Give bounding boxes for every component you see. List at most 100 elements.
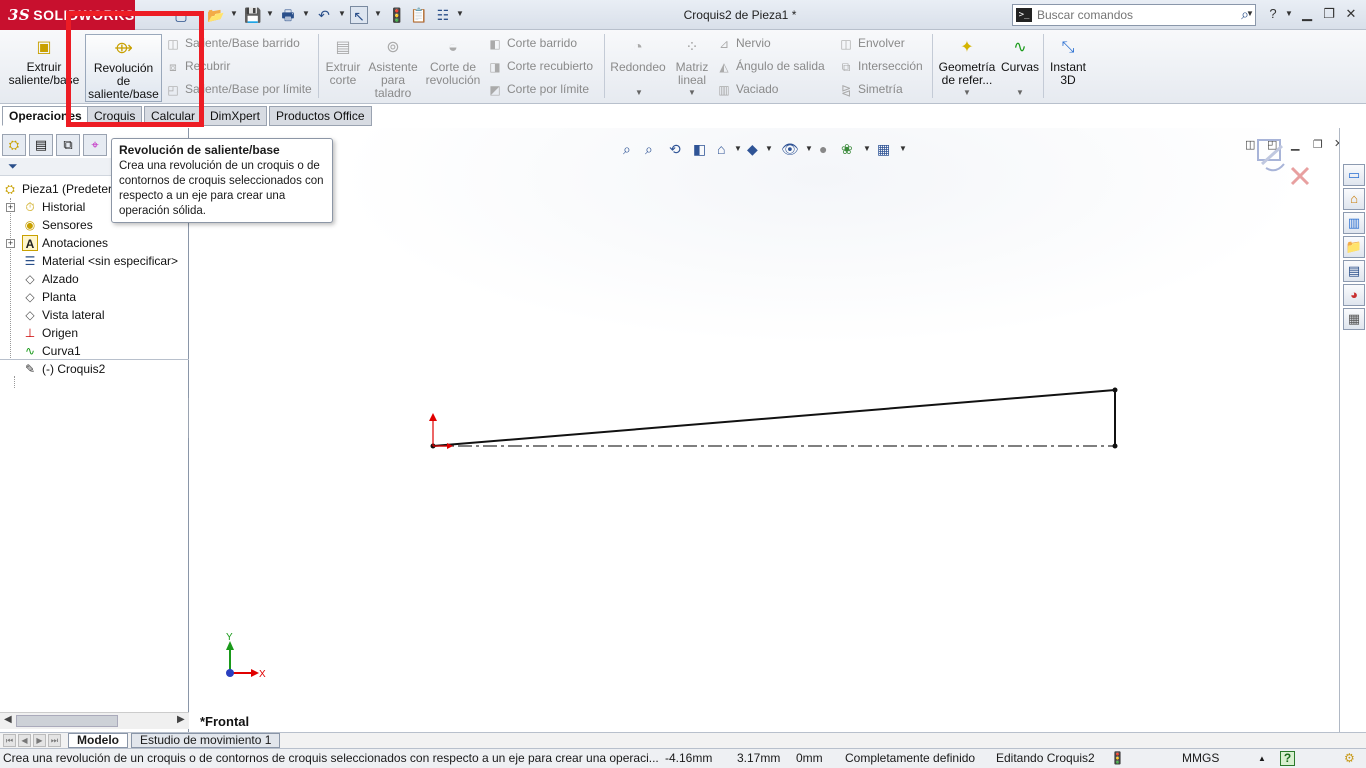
intersect-button[interactable]: ⧉ Intersección [838,57,923,75]
curves-dropdown-icon[interactable]: ▼ [1016,88,1024,97]
help-dropdown-icon[interactable]: ▼ [1285,9,1293,18]
hide-show-dropdown-icon[interactable]: ▼ [805,144,813,153]
scroll-left-icon[interactable]: ◀ [4,714,12,725]
tree-item-planta[interactable]: ◇ Planta [0,288,189,306]
tree-item-curva1[interactable]: ∿ Curva1 [0,342,189,360]
appearances-icon[interactable]: ◕ [1343,284,1365,306]
rebuild-status-icon[interactable]: 🚦 [1110,749,1125,768]
zoom-to-fit-icon[interactable]: ⌕ [623,140,631,158]
select-dropdown-icon[interactable]: ▼ [374,9,382,18]
select-arrow-icon[interactable]: ↖ [350,6,368,24]
shell-button[interactable]: ▥ Vaciado [716,80,778,98]
save-dropdown-icon[interactable]: ▼ [266,9,274,18]
sketch-point[interactable] [1112,387,1118,393]
rebuild-traffic-light-icon[interactable]: 🚦 [388,6,406,24]
expand-icon[interactable]: + [6,239,15,248]
undo-dropdown-icon[interactable]: ▼ [338,9,346,18]
pattern-dropdown-icon[interactable]: ▼ [688,88,696,97]
view-orientation-dropdown-icon[interactable]: ▼ [734,144,742,153]
boundary-cut-button[interactable]: ◩ Corte por límite [487,80,589,98]
property-manager-icon[interactable]: ▤ [29,134,53,156]
notifications-icon[interactable]: ⚙ [1344,749,1355,768]
cancel-sketch-icon[interactable] [1290,166,1310,186]
revolve-boss-button[interactable]: ⟴ Revolución de saliente/base [85,34,162,102]
revolve-cut-button[interactable]: ◒ Corte de revolución [424,34,482,87]
tree-item-alzado[interactable]: ◇ Alzado [0,270,189,288]
close-icon[interactable]: ✕ [1340,5,1362,23]
draft-button[interactable]: ◭ Ángulo de salida [716,57,824,75]
search-input[interactable] [1037,7,1227,23]
apply-scene-dropdown-icon[interactable]: ▼ [863,144,871,153]
extrude-cut-button[interactable]: ▤ Extruir corte [322,34,364,87]
design-library-icon[interactable]: ▥ [1343,212,1365,234]
print-icon[interactable]: 🖶 [279,6,297,24]
hole-wizard-button[interactable]: ⊚ Asistente para taladro [366,34,420,100]
tab-calcular[interactable]: Calcular [144,106,203,126]
last-tab-icon[interactable]: ⏭ [48,734,61,747]
tab-modelo[interactable]: Modelo [68,733,128,748]
view-orientation-icon[interactable]: ⌂ [717,140,725,158]
view-settings-dropdown-icon[interactable]: ▼ [899,144,907,153]
fillet-dropdown-icon[interactable]: ▼ [635,88,643,97]
scroll-right-icon[interactable]: ▶ [177,714,185,725]
help-icon[interactable]: ? [1262,5,1284,23]
boundary-boss-button[interactable]: ◰ Saliente/Base por límite [165,80,311,98]
tree-item-material[interactable]: ☰ Material <sin especificar> [0,252,189,270]
next-tab-icon[interactable]: ▶ [33,734,46,747]
rollback-bar[interactable] [0,359,189,360]
tab-croquis[interactable]: Croquis [87,106,143,126]
tab-operaciones[interactable]: Operaciones [2,106,89,126]
solidworks-logo[interactable]: 3S SOLIDWORKS [0,0,135,30]
restore-icon[interactable]: ❐ [1318,5,1340,23]
mirror-button[interactable]: ⧎ Simetría [838,80,903,98]
display-style-dropdown-icon[interactable]: ▼ [765,144,773,153]
rib-button[interactable]: ⊿ Nervio [716,34,771,52]
file-explorer-icon[interactable]: 📁 [1343,236,1365,258]
open-folder-icon[interactable]: 📂 [207,6,225,24]
unit-system-dropdown-icon[interactable]: ▲ [1258,749,1266,768]
options-dropdown-icon[interactable]: ▼ [456,9,464,18]
apply-scene-icon[interactable]: ❀ [841,140,853,158]
search-commands[interactable]: >_ ⌕ [1012,4,1256,26]
quick-tips-icon[interactable]: ? [1280,751,1295,766]
view-settings-icon[interactable]: ▦ [877,140,890,158]
graphics-area[interactable]: Y X ⌕ ⌕ ⟲ ◧ ⌂ ▼ ◆ ▼ 👁 ▼ ● ❀ ▼ ▦ ▼ ◫ ◰ ▁ … [189,128,1343,732]
open-dropdown-icon[interactable]: ▼ [230,9,238,18]
filter-icon[interactable]: ⏷ [8,159,18,174]
search-dropdown-icon[interactable]: ▼ [1246,9,1254,18]
minimize-icon[interactable]: ▁ [1296,5,1318,23]
save-icon[interactable]: 💾 [244,6,262,24]
tree-item-anotaciones[interactable]: + A Anotaciones [0,234,189,252]
lofted-cut-button[interactable]: ◨ Corte recubierto [487,57,593,75]
tab-productos-office[interactable]: Productos Office [269,106,372,126]
hide-show-items-icon[interactable]: 👁 [781,140,799,158]
scroll-thumb[interactable] [16,715,118,727]
expand-icon[interactable]: + [6,203,15,212]
instant3d-button[interactable]: ⤡ Instant 3D [1046,34,1090,87]
extrude-boss-button[interactable]: ▣ Extruir saliente/base [6,34,82,87]
previous-view-icon[interactable]: ⟲ [669,140,681,158]
exit-sketch-icon[interactable] [1257,139,1285,172]
tab-estudio-movimiento[interactable]: Estudio de movimiento 1 [131,733,281,748]
print-dropdown-icon[interactable]: ▼ [302,9,310,18]
viewport-restore-icon[interactable]: ❐ [1313,138,1323,151]
edit-appearance-icon[interactable]: ● [819,140,827,158]
swept-cut-button[interactable]: ◧ Corte barrido [487,34,577,52]
configuration-manager-icon[interactable]: ⧉ [56,134,80,156]
zoom-to-area-icon[interactable]: ⌕ [645,140,653,158]
feature-tree-icon[interactable]: ⛭ [2,134,26,156]
tree-item-croquis2[interactable]: ✎ (-) Croquis2 [0,360,189,378]
tab-dimxpert[interactable]: DimXpert [203,106,268,126]
solidworks-resources-icon[interactable]: ▭ [1343,164,1365,186]
wrap-button[interactable]: ◫ Envolver [838,34,904,52]
display-style-icon[interactable]: ◆ [747,140,758,158]
tree-item-origen[interactable]: ⊥ Origen [0,324,189,342]
ref-geometry-dropdown-icon[interactable]: ▼ [963,88,971,97]
previous-tab-icon[interactable]: ◀ [18,734,31,747]
options-icon[interactable]: ☷ [434,6,452,24]
swept-boss-button[interactable]: ◫ Saliente/Base barrido [165,34,299,52]
file-properties-icon[interactable]: 📋 [410,6,428,24]
undo-icon[interactable]: ↶ [315,6,333,24]
new-document-icon[interactable]: ▢ [172,6,190,24]
reference-geometry-button[interactable]: ✦ Geometría de refer... [936,34,998,87]
